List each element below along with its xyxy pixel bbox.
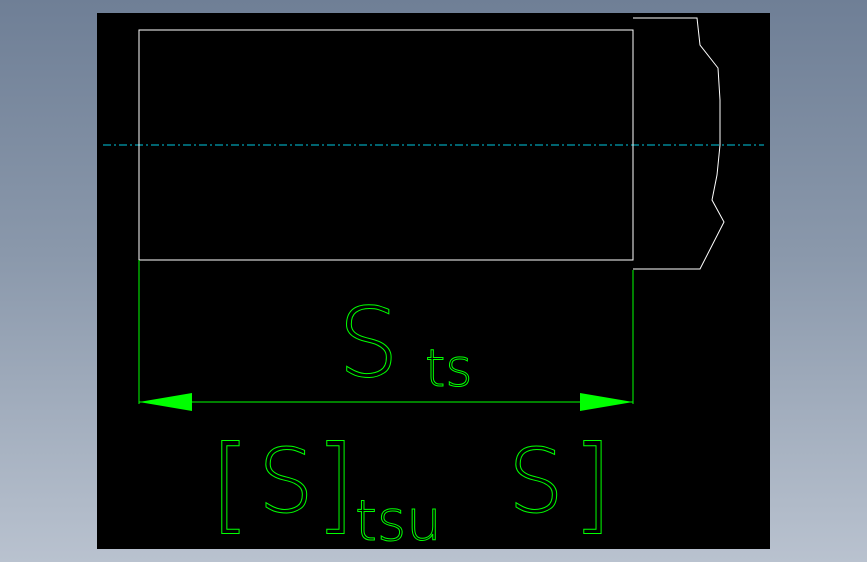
arrowhead-left xyxy=(139,393,192,411)
cad-drawing: S ts [ S ] tsu S ] xyxy=(103,17,764,555)
tolerance-subscript: tsu xyxy=(355,489,442,554)
arrowhead-right xyxy=(580,393,633,411)
dimension-label-main-subscript: ts xyxy=(425,339,472,399)
dimension-label-main: S xyxy=(338,287,399,399)
tolerance-symbol-s: S xyxy=(258,430,314,533)
shaft-head-break-outline xyxy=(633,17,725,270)
tolerance-bracket-open: [ xyxy=(210,423,251,545)
tolerance-symbol-s-second: S xyxy=(508,430,564,533)
tolerance-bracket-close-end: ] xyxy=(572,423,613,545)
tolerance-bracket-close: ] xyxy=(315,423,356,545)
